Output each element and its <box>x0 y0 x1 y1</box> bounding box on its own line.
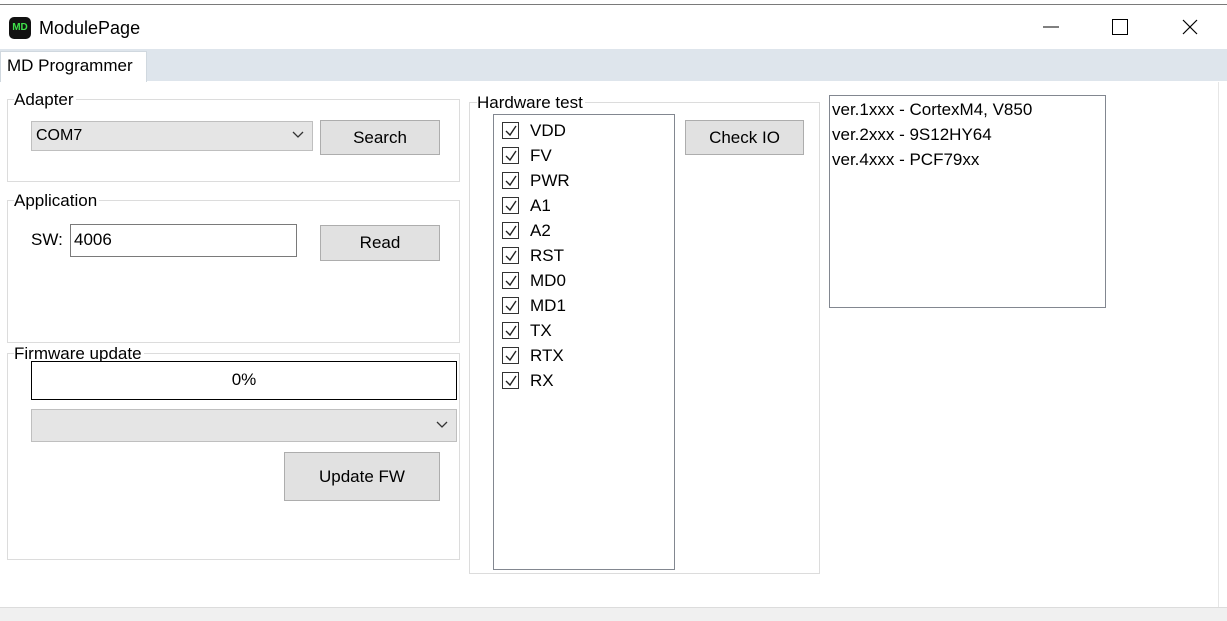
firmware-progress-bar: 0% <box>31 361 457 400</box>
firmware-file-select[interactable] <box>31 409 457 442</box>
hardware-test-group-label: Hardware test <box>477 93 585 113</box>
checkbox[interactable] <box>502 247 519 264</box>
bottom-bar <box>0 607 1227 621</box>
hardware-check-label: A2 <box>530 221 551 240</box>
checkbox[interactable] <box>502 172 519 189</box>
title-bar: MD ModulePage <box>0 5 1227 49</box>
hardware-check-label: RX <box>530 371 554 390</box>
port-select[interactable]: COM7 <box>31 121 313 151</box>
sw-field[interactable]: 4006 <box>70 224 297 257</box>
version-list-item[interactable]: ver.2xxx - 9S12HY64 <box>832 124 992 146</box>
checkmark-icon <box>505 125 517 137</box>
checkmark-icon <box>505 250 517 262</box>
hardware-check-list: VDD FV PWR A1 A2 RST MD0 MD1 TX RTX RX <box>493 114 675 570</box>
hardware-check-label: PWR <box>530 171 570 190</box>
maximize-icon <box>1112 19 1128 35</box>
hardware-check-label: A1 <box>530 196 551 215</box>
checkmark-icon <box>505 300 517 312</box>
window-title: ModulePage <box>39 18 141 38</box>
version-list-item[interactable]: ver.1xxx - CortexM4, V850 <box>832 99 1032 121</box>
minimize-icon <box>1043 26 1059 28</box>
adapter-group-label: Adapter <box>14 90 76 110</box>
checkbox[interactable] <box>502 347 519 364</box>
checkbox[interactable] <box>502 197 519 214</box>
tab-md-programmer[interactable]: MD Programmer <box>0 51 147 83</box>
checkbox[interactable] <box>502 122 519 139</box>
hardware-check-label: MD0 <box>530 271 566 290</box>
window-right-edge <box>1218 82 1227 612</box>
close-button[interactable] <box>1155 5 1225 49</box>
application-group <box>7 200 460 343</box>
application-group-label: Application <box>14 191 100 211</box>
checkmark-icon <box>505 200 517 212</box>
chevron-down-icon <box>436 421 448 428</box>
checkbox[interactable] <box>502 297 519 314</box>
checkbox[interactable] <box>502 222 519 239</box>
checkmark-icon <box>505 350 517 362</box>
hardware-check-label: TX <box>530 321 552 340</box>
checkmark-icon <box>505 375 517 387</box>
hardware-check-label: MD1 <box>530 296 566 315</box>
close-icon <box>1182 19 1198 35</box>
checkmark-icon <box>505 175 517 187</box>
version-list[interactable]: ver.1xxx - CortexM4, V850 ver.2xxx - 9S12… <box>829 95 1106 308</box>
sw-label: SW: <box>31 230 63 249</box>
update-fw-button[interactable]: Update FW <box>284 452 440 501</box>
minimize-button[interactable] <box>1016 5 1086 49</box>
checkbox[interactable] <box>502 272 519 289</box>
search-button[interactable]: Search <box>320 120 440 155</box>
port-select-value: COM7 <box>36 127 83 144</box>
hardware-check-label: RTX <box>530 346 564 365</box>
app-window: MD ModulePage MD Programmer Adapter COM7… <box>0 4 1227 616</box>
hardware-check-label: VDD <box>530 121 566 140</box>
checkbox[interactable] <box>502 372 519 389</box>
checkbox[interactable] <box>502 147 519 164</box>
hardware-check-label: FV <box>530 146 552 165</box>
tab-content: Adapter COM7 Search Application SW: 4006… <box>0 82 1227 612</box>
checkbox[interactable] <box>502 322 519 339</box>
checkmark-icon <box>505 225 517 237</box>
hardware-check-label: RST <box>530 246 564 265</box>
checkmark-icon <box>505 275 517 287</box>
maximize-button[interactable] <box>1085 5 1155 49</box>
app-icon: MD <box>9 17 31 39</box>
checkmark-icon <box>505 325 517 337</box>
check-io-button[interactable]: Check IO <box>685 120 804 155</box>
tab-strip: MD Programmer <box>0 49 1227 83</box>
checkmark-icon <box>505 150 517 162</box>
chevron-down-icon <box>292 131 304 138</box>
version-list-item[interactable]: ver.4xxx - PCF79xx <box>832 149 979 171</box>
read-button[interactable]: Read <box>320 225 440 261</box>
